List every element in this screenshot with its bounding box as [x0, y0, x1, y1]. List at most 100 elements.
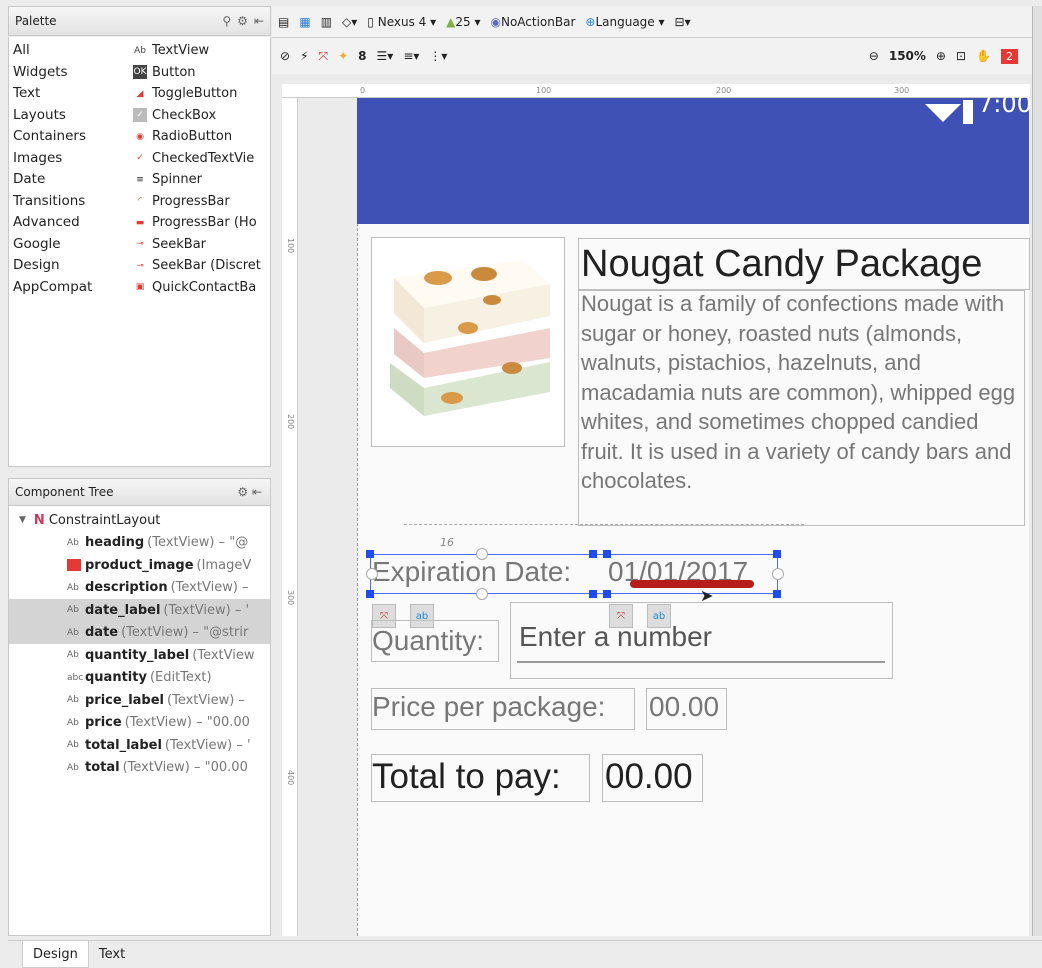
tree-row[interactable]: Ab heading (TextView) – "@ — [9, 532, 270, 555]
palette-panel: All Widgets Text Layouts Containers Images Dat… — [8, 37, 271, 467]
textview-icon: Ab — [67, 537, 79, 548]
tree-row[interactable]: product_image (ImageV — [9, 554, 270, 577]
baseline-handle[interactable] — [630, 580, 754, 588]
palette-item-label: CheckedTextVie — [152, 150, 255, 166]
layout-variants-icon[interactable]: ⊟▾ — [675, 15, 691, 29]
palette-item[interactable]: ✓ CheckedTextVie — [133, 148, 273, 170]
editor-tabs: Design Text — [8, 940, 1042, 968]
language-selector[interactable]: ⊕Language ▾ — [585, 15, 664, 29]
palette-item[interactable]: ▣ QuickContactBa — [133, 277, 273, 299]
blueprint-mode-icon[interactable]: ▦ — [299, 15, 310, 29]
tree-row-detail: (EditText) — [149, 670, 212, 686]
tree-row[interactable]: abc quantity (EditText) — [9, 667, 270, 690]
palette-category[interactable]: Images — [13, 148, 62, 170]
palette-item[interactable]: ⊸ SeekBar — [133, 234, 273, 256]
gear-icon[interactable]: ⚙ — [237, 485, 248, 499]
collapse-icon[interactable]: ⇤ — [252, 485, 262, 499]
total-label-box[interactable]: Total to pay: — [371, 754, 590, 802]
properties-panel-tab[interactable] — [1032, 6, 1042, 936]
orientation-icon[interactable]: ◇▾ — [342, 15, 357, 29]
description-box[interactable]: Nougat is a family of confections made w… — [578, 290, 1025, 526]
product-image[interactable] — [371, 237, 565, 447]
anchor-top[interactable] — [476, 548, 488, 560]
palette-item[interactable]: OK Button — [133, 62, 273, 84]
default-margin[interactable]: 8 — [358, 49, 366, 63]
price-box[interactable]: 00.00 — [646, 688, 727, 730]
palette-category[interactable]: Layouts — [13, 105, 66, 127]
quantity-input[interactable]: Enter a number — [510, 602, 893, 679]
textview-icon: Ab — [67, 627, 79, 638]
tree-row[interactable]: Ab price (TextView) – "00.00 — [9, 712, 270, 735]
expand-arrow-icon[interactable]: ▼ — [19, 515, 26, 525]
tree-row-detail: (TextView) – ' — [163, 602, 250, 618]
pack-icon[interactable]: ☰▾ — [377, 49, 394, 63]
theme-selector[interactable]: ◉NoActionBar — [490, 15, 575, 29]
total-value: 00.00 — [605, 757, 693, 796]
quantity-label-box[interactable]: Quantity: — [371, 620, 499, 662]
pan-icon[interactable]: ✋ — [976, 49, 991, 63]
palette-item[interactable]: ≡ Spinner — [133, 169, 273, 191]
anchor-left[interactable] — [366, 568, 378, 580]
tree-row[interactable]: Ab total_label (TextView) – ' — [9, 734, 270, 757]
tree-row[interactable]: Ab date (TextView) – "@strir — [9, 621, 270, 644]
anchor-right[interactable] — [772, 568, 784, 580]
palette-item[interactable]: Ab TextView — [133, 40, 273, 62]
tree-row-detail: (TextView) – — [167, 692, 245, 708]
device-selector[interactable]: ▯ Nexus 4 ▾ — [367, 15, 436, 29]
palette-item[interactable]: ◢ ToggleButton — [133, 83, 273, 105]
margin-marker: 16 — [440, 536, 454, 549]
date-label[interactable]: Expiration Date: — [372, 556, 571, 588]
tree-root[interactable]: ▼ N ConstraintLayout — [9, 509, 270, 532]
anchor-bottom[interactable] — [476, 588, 488, 600]
heading-box[interactable]: Nougat Candy Package — [578, 238, 1030, 290]
tree-row[interactable]: Ab price_label (TextView) – — [9, 689, 270, 712]
palette-category[interactable]: Date — [13, 169, 45, 191]
palette-category[interactable]: Advanced — [13, 212, 80, 234]
split-mode-icon[interactable]: ▥ — [321, 15, 332, 29]
palette-item[interactable]: ◜ ProgressBar — [133, 191, 273, 213]
guidelines-icon[interactable]: ⋮▾ — [429, 49, 447, 63]
component-tree: ▼ N ConstraintLayout Ab heading (TextView… — [8, 506, 271, 936]
tree-row-detail: (TextView — [192, 647, 255, 663]
palette-item-label: ToggleButton — [152, 86, 238, 102]
palette-item[interactable]: ◉ RadioButton — [133, 126, 273, 148]
zoom-fit-icon[interactable]: ⊡ — [956, 49, 966, 63]
autoconnect-icon[interactable]: ⚡ — [300, 49, 308, 63]
search-icon[interactable]: ⚲ — [222, 14, 231, 28]
tree-row[interactable]: Ab date_label (TextView) – ' — [9, 599, 270, 622]
palette-item[interactable]: ⊸ SeekBar (Discret — [133, 255, 273, 277]
textview-icon: Ab — [67, 605, 79, 616]
palette-category[interactable]: Design — [13, 255, 60, 277]
palette-item[interactable]: ▬ ProgressBar (Ho — [133, 212, 273, 234]
tree-row-detail: (TextView) – "@strir — [121, 625, 249, 641]
palette-item-label: RadioButton — [152, 129, 233, 145]
tree-row-name: date — [85, 625, 119, 641]
palette-category[interactable]: Google — [13, 234, 61, 256]
tree-row[interactable]: Ab total (TextView) – "00.00 — [9, 757, 270, 780]
palette-category[interactable]: Text — [13, 83, 40, 105]
api-selector[interactable]: ▲25 ▾ — [446, 15, 480, 29]
palette-category[interactable]: Transitions — [13, 191, 85, 213]
zoom-in-icon[interactable]: ⊕ — [936, 49, 946, 63]
gear-icon[interactable]: ⚙ — [237, 14, 248, 28]
clear-constraints-icon[interactable]: ⤧ — [319, 49, 329, 64]
tab-design[interactable]: Design — [22, 941, 89, 968]
palette-item[interactable]: ✓ CheckBox — [133, 105, 273, 127]
collapse-icon[interactable]: ⇤ — [254, 14, 264, 28]
tree-row[interactable]: Ab quantity_label (TextView — [9, 644, 270, 667]
tree-row[interactable]: Ab description (TextView) – — [9, 577, 270, 600]
infer-constraints-icon[interactable]: ✦ — [338, 49, 348, 63]
tab-text[interactable]: Text — [89, 941, 135, 968]
price-label-box[interactable]: Price per package: — [371, 688, 635, 730]
palette-category[interactable]: Widgets — [13, 62, 68, 84]
palette-category[interactable]: AppCompat — [13, 277, 92, 299]
warnings-badge[interactable]: 2 — [1001, 48, 1018, 64]
palette-category[interactable]: Containers — [13, 126, 86, 148]
hide-constraints-icon[interactable]: ⊘ — [280, 49, 290, 63]
palette-category[interactable]: All — [13, 40, 30, 62]
zoom-out-icon[interactable]: ⊖ — [869, 49, 879, 63]
align-icon[interactable]: ≡▾ — [403, 49, 419, 63]
design-mode-icon[interactable]: ▤ — [278, 15, 289, 29]
tree-root-label: ConstraintLayout — [48, 512, 161, 528]
total-box[interactable]: 00.00 — [602, 754, 703, 802]
